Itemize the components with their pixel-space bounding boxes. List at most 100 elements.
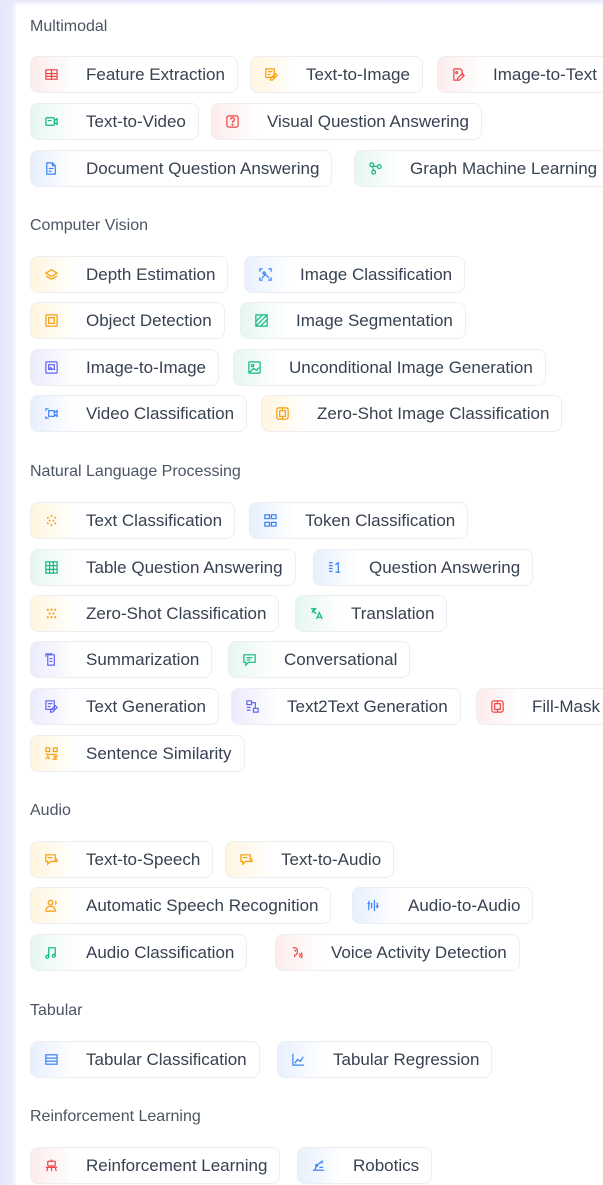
task-object-detection[interactable]: Object Detection bbox=[30, 302, 225, 339]
section-title-computer-vision: Computer Vision bbox=[30, 217, 148, 234]
task-label: Sentence Similarity bbox=[86, 743, 232, 763]
section-title-tabular: Tabular bbox=[30, 1002, 83, 1019]
question-answer-icon bbox=[324, 558, 344, 578]
task-label: Text2Text Generation bbox=[287, 696, 448, 716]
task-sentence-similarity[interactable]: Sentence Similarity bbox=[30, 735, 245, 772]
task-graph-machine-learning[interactable]: Graph Machine Learning bbox=[354, 150, 603, 187]
task-label: Fill-Mask bbox=[532, 696, 600, 716]
video-icon bbox=[41, 112, 61, 132]
translate-icon bbox=[306, 604, 326, 624]
image-question-icon bbox=[222, 112, 242, 132]
task-label: Translation bbox=[351, 603, 435, 623]
task-conversational[interactable]: Conversational bbox=[228, 641, 411, 678]
image-frame-icon bbox=[244, 358, 264, 378]
task-label: Image-to-Image bbox=[86, 357, 206, 377]
task-label: Document Question Answering bbox=[86, 158, 320, 178]
task-label: Text-to-Audio bbox=[281, 849, 382, 869]
section-title-nlp: Natural Language Processing bbox=[30, 463, 241, 480]
image-tag-icon bbox=[255, 265, 275, 285]
text-pencil-icon bbox=[41, 697, 61, 717]
task-table-question-answering[interactable]: Table Question Answering bbox=[30, 549, 296, 586]
table-rows-icon bbox=[41, 1050, 61, 1070]
task-text-generation[interactable]: Text Generation bbox=[30, 688, 220, 725]
task-depth-estimation[interactable]: Depth Estimation bbox=[30, 256, 229, 293]
task-text-classification[interactable]: Text Classification bbox=[30, 502, 236, 539]
music-note-icon bbox=[41, 943, 61, 963]
summary-icon bbox=[41, 650, 61, 670]
task-label: Visual Question Answering bbox=[267, 111, 469, 131]
task-question-answering[interactable]: Question Answering bbox=[313, 549, 534, 586]
task-label: Text-to-Video bbox=[86, 111, 186, 131]
mask-box-icon bbox=[487, 697, 507, 717]
task-label: Text-to-Image bbox=[306, 64, 410, 84]
task-zero-shot-classification[interactable]: Zero-Shot Classification bbox=[30, 595, 280, 632]
speech-bubble-icon bbox=[41, 850, 61, 870]
task-label: Audio-to-Audio bbox=[408, 895, 521, 915]
line-chart-icon bbox=[288, 1050, 308, 1070]
task-tabular-classification[interactable]: Tabular Classification bbox=[30, 1041, 260, 1078]
task-robotics[interactable]: Robotics bbox=[297, 1147, 433, 1184]
voice-icon bbox=[286, 943, 306, 963]
task-video-classification[interactable]: Video Classification bbox=[30, 395, 248, 432]
task-label: Image Classification bbox=[300, 264, 453, 284]
task-image-classification[interactable]: Image Classification bbox=[244, 256, 466, 293]
image-pencil-icon bbox=[448, 65, 468, 85]
similarity-icon bbox=[41, 744, 61, 764]
task-token-classification[interactable]: Token Classification bbox=[249, 502, 469, 539]
task-voice-activity-detection[interactable]: Voice Activity Detection bbox=[275, 934, 520, 971]
table-icon bbox=[41, 65, 61, 85]
layers-icon bbox=[41, 265, 61, 285]
task-label: Depth Estimation bbox=[86, 264, 216, 284]
task-label: Reinforcement Learning bbox=[86, 1155, 268, 1175]
task-reinforcement-learning[interactable]: Reinforcement Learning bbox=[30, 1147, 281, 1184]
task-tabular-regression[interactable]: Tabular Regression bbox=[277, 1041, 493, 1078]
table-grid-icon bbox=[41, 558, 61, 578]
task-label: Audio Classification bbox=[86, 942, 235, 962]
task-label: Conversational bbox=[284, 649, 398, 669]
task-label: Voice Activity Detection bbox=[331, 942, 507, 962]
task-text-to-speech[interactable]: Text-to-Speech bbox=[30, 841, 214, 878]
task-image-to-text[interactable]: Image-to-Text bbox=[437, 56, 603, 93]
task-label: Summarization bbox=[86, 649, 200, 669]
task-text-to-image[interactable]: Text-to-Image bbox=[250, 56, 423, 93]
task-label: Object Detection bbox=[86, 310, 212, 330]
task-audio-to-audio[interactable]: Audio-to-Audio bbox=[352, 887, 534, 924]
zero-shot-image-icon bbox=[272, 404, 292, 424]
task-label: Table Question Answering bbox=[86, 557, 283, 577]
video-tag-icon bbox=[41, 404, 61, 424]
task-text-to-audio[interactable]: Text-to-Audio bbox=[225, 841, 395, 878]
document-icon bbox=[41, 159, 61, 179]
task-label: Question Answering bbox=[369, 557, 521, 577]
task-automatic-speech-recognition[interactable]: Automatic Speech Recognition bbox=[30, 887, 332, 924]
robotics-icon bbox=[308, 1156, 328, 1176]
task-label: Zero-Shot Image Classification bbox=[317, 403, 550, 423]
task-document-question-answering[interactable]: Document Question Answering bbox=[30, 150, 333, 187]
task-fill-mask[interactable]: Fill-Mask bbox=[476, 688, 603, 725]
section-title-audio: Audio bbox=[30, 802, 71, 819]
task-visual-question-answering[interactable]: Visual Question Answering bbox=[211, 103, 482, 140]
task-unconditional-image-generation[interactable]: Unconditional Image Generation bbox=[233, 349, 546, 386]
text-flow-icon bbox=[242, 697, 262, 717]
task-image-segmentation[interactable]: Image Segmentation bbox=[240, 302, 466, 339]
task-label: Feature Extraction bbox=[86, 64, 225, 84]
task-audio-classification[interactable]: Audio Classification bbox=[30, 934, 248, 971]
segment-icon bbox=[251, 311, 271, 331]
dots-icon bbox=[41, 511, 61, 531]
task-label: Zero-Shot Classification bbox=[86, 603, 267, 623]
task-label: Automatic Speech Recognition bbox=[86, 895, 319, 915]
task-label: Tabular Classification bbox=[86, 1049, 247, 1069]
task-text-to-video[interactable]: Text-to-Video bbox=[30, 103, 199, 140]
task-label: Text Classification bbox=[86, 510, 223, 530]
task-label: Image-to-Text bbox=[493, 64, 597, 84]
task-label: Robotics bbox=[353, 1155, 420, 1175]
task-text2text-generation[interactable]: Text2Text Generation bbox=[231, 688, 461, 725]
task-image-to-image[interactable]: Image-to-Image bbox=[30, 349, 219, 386]
task-filter-panel: Multimodal Feature Extraction Text-to-Im… bbox=[16, 6, 603, 1185]
task-feature-extraction[interactable]: Feature Extraction bbox=[30, 56, 238, 93]
task-summarization[interactable]: Summarization bbox=[30, 641, 213, 678]
task-zero-shot-image-classification[interactable]: Zero-Shot Image Classification bbox=[261, 395, 563, 432]
token-icon bbox=[260, 511, 280, 531]
task-label: Token Classification bbox=[305, 510, 456, 530]
task-translation[interactable]: Translation bbox=[295, 595, 448, 632]
task-label: Graph Machine Learning bbox=[410, 158, 598, 178]
